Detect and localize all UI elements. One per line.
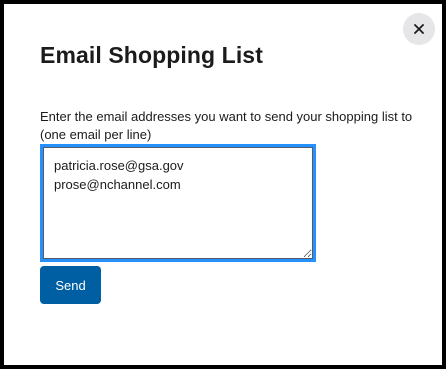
instructions-text: Enter the email addresses you want to se… bbox=[40, 109, 413, 142]
dialog-title: Email Shopping List bbox=[40, 42, 263, 68]
email-addresses-field-wrapper bbox=[40, 144, 316, 262]
email-addresses-field[interactable] bbox=[43, 147, 313, 259]
close-button[interactable] bbox=[403, 13, 435, 45]
send-button[interactable]: Send bbox=[40, 266, 101, 304]
close-icon bbox=[414, 24, 424, 34]
email-shopping-list-dialog: Email Shopping List Enter the email addr… bbox=[0, 0, 446, 369]
